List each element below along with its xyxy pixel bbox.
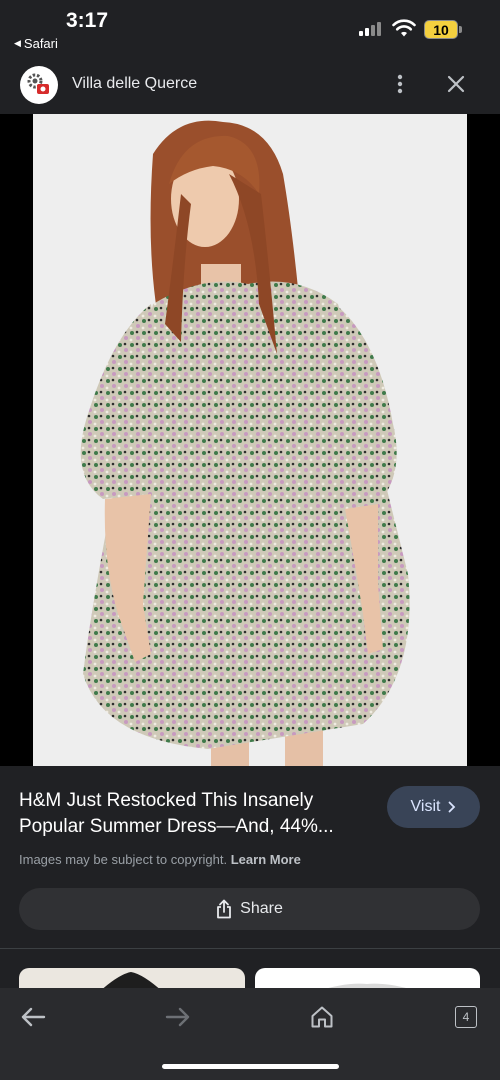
forward-arrow-icon	[165, 1007, 190, 1027]
share-icon	[217, 899, 232, 919]
product-photo[interactable]	[33, 114, 467, 766]
home-icon	[311, 1006, 333, 1028]
visit-button[interactable]: Visit	[387, 786, 480, 828]
forward-button[interactable]	[163, 1002, 193, 1032]
section-divider	[0, 948, 500, 949]
back-triangle-icon: ◀	[14, 38, 21, 48]
tabs-icon: 4	[455, 1006, 477, 1028]
share-label: Share	[240, 900, 283, 917]
more-vert-icon	[397, 74, 403, 94]
site-name: Villa delle Querce	[72, 75, 198, 92]
cellular-signal-icon	[359, 22, 385, 36]
share-button[interactable]: Share	[19, 888, 480, 930]
visit-label: Visit	[410, 798, 441, 815]
result-title[interactable]: H&M Just Restocked This Insanely Popular…	[19, 788, 379, 840]
battery-tip	[459, 26, 462, 33]
learn-more-link[interactable]: Learn More	[231, 852, 301, 867]
site-logo	[20, 66, 58, 104]
image-preview-area	[0, 114, 500, 766]
gear-logo-icon	[27, 73, 49, 94]
viewer-header: Villa delle Querce	[0, 58, 500, 114]
dress-model-image	[33, 114, 467, 766]
status-time: 3:17	[66, 9, 109, 32]
result-info-panel: H&M Just Restocked This Insanely Popular…	[0, 766, 500, 948]
status-bar: 3:17 ◀ Safari 10	[0, 0, 500, 58]
tab-count: 4	[462, 1010, 470, 1024]
back-app-label: Safari	[23, 36, 58, 51]
copyright-notice: Images may be subject to copyright. Lear…	[19, 852, 301, 867]
copyright-text: Images may be subject to copyright.	[19, 852, 228, 867]
battery-icon: 10	[424, 20, 458, 39]
close-icon	[447, 75, 465, 93]
tabs-button[interactable]: 4	[451, 1002, 481, 1032]
back-button[interactable]	[18, 1002, 48, 1032]
more-options-button[interactable]	[388, 70, 412, 98]
back-arrow-icon	[21, 1007, 46, 1027]
chevron-right-icon	[449, 801, 456, 813]
home-indicator[interactable]	[162, 1064, 339, 1069]
home-button[interactable]	[307, 1002, 337, 1032]
battery-level: 10	[433, 21, 449, 38]
wifi-icon	[392, 19, 416, 37]
back-to-app-link[interactable]: ◀ Safari	[14, 36, 58, 51]
close-button[interactable]	[442, 70, 470, 98]
